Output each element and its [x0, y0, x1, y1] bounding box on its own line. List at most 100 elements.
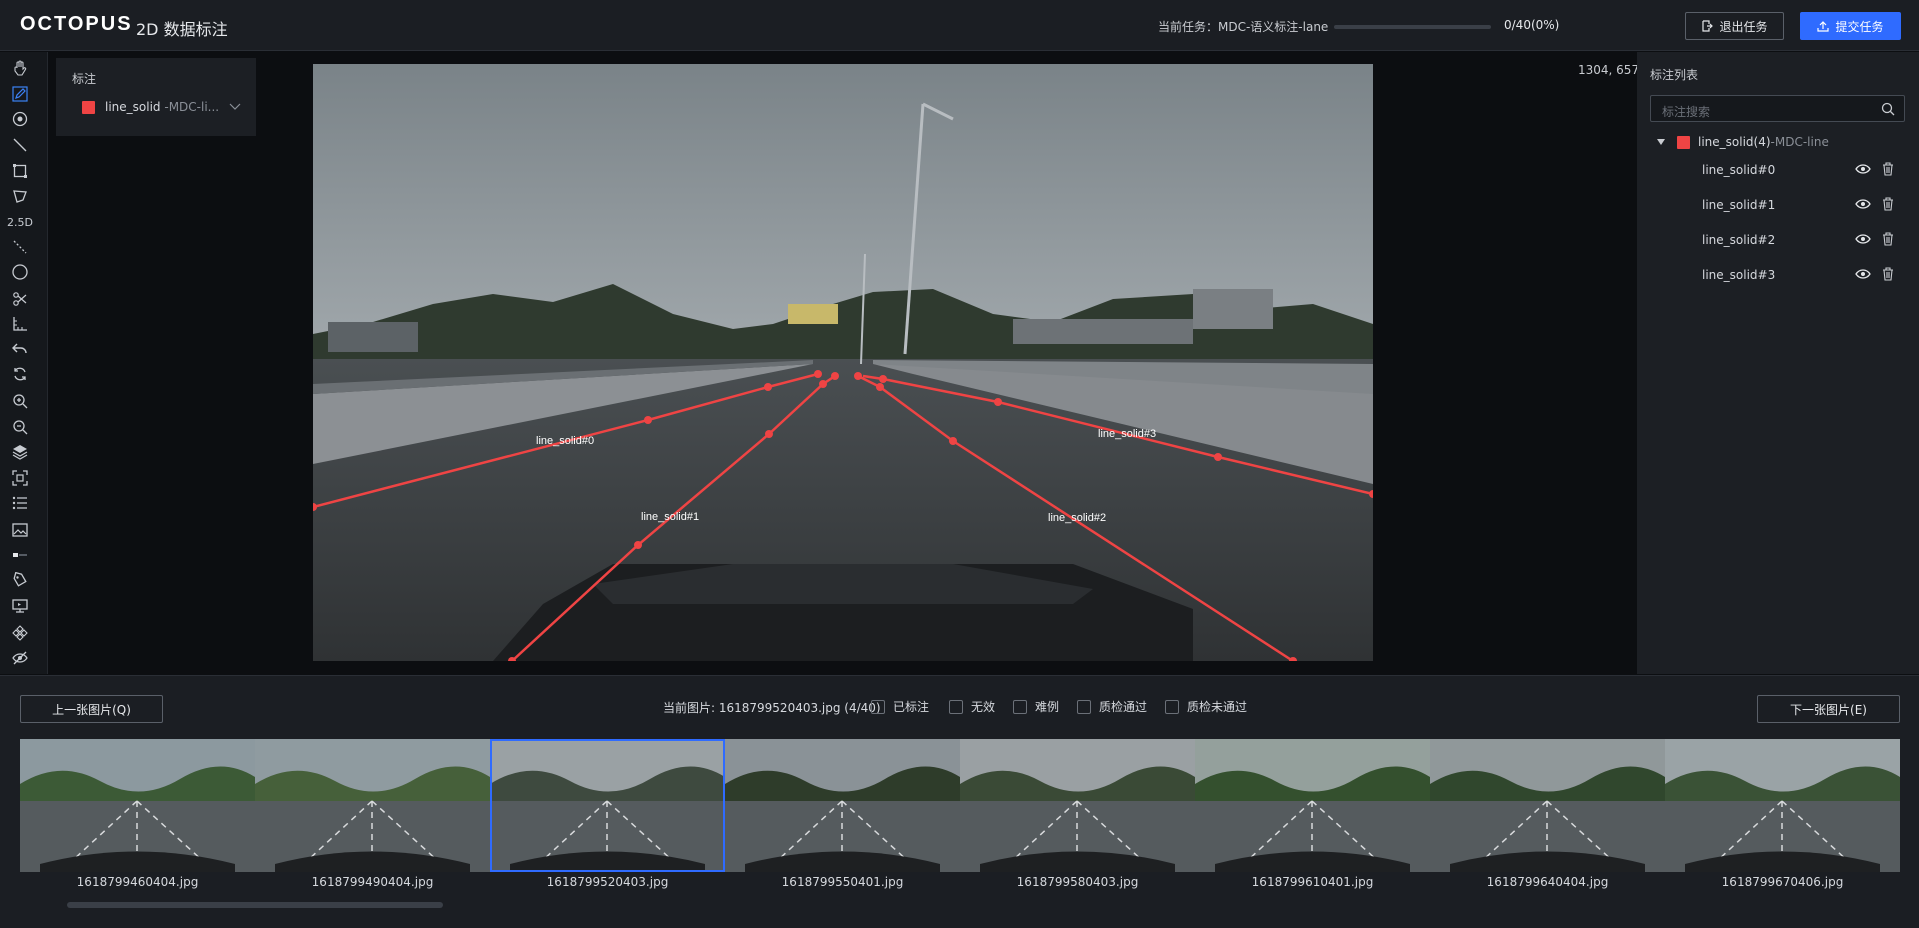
hide-icon[interactable]	[10, 648, 30, 668]
search-placeholder: 标注搜索	[1662, 105, 1711, 119]
annotation-list-panel: 标注列表 标注搜索 line_solid(4)-MDC-line line_so…	[1637, 52, 1919, 674]
annotation-class-select[interactable]: line_solid -MDC-li...	[82, 100, 241, 114]
rect-icon[interactable]	[10, 161, 30, 181]
toggle-icon[interactable]	[10, 545, 30, 565]
annotation-panel: 标注 line_solid -MDC-li...	[56, 58, 256, 136]
hand-icon[interactable]	[10, 58, 30, 78]
thumbnail-item[interactable]: 1618799490404.jpg	[255, 739, 490, 889]
annotation-list-item[interactable]: line_solid#1	[1637, 192, 1919, 220]
line-label-2: line_solid#2	[1048, 512, 1106, 524]
thumbnail-item[interactable]: 1618799550401.jpg	[725, 739, 960, 889]
group-color-swatch	[1677, 135, 1690, 149]
exit-task-label: 退出任务	[1719, 19, 1768, 34]
search-icon[interactable]	[1881, 102, 1895, 116]
annotation-search-input[interactable]: 标注搜索	[1650, 95, 1905, 122]
thumbnail-image[interactable]	[490, 739, 725, 872]
trash-icon[interactable]	[1882, 197, 1894, 211]
monitor-icon[interactable]	[10, 596, 30, 616]
eye-icon[interactable]	[1855, 197, 1871, 211]
annotation-class-label: line_solid	[105, 100, 161, 114]
previous-image-button[interactable]: 上一张图片(Q)	[20, 695, 163, 723]
thumbnail-filename: 1618799520403.jpg	[546, 875, 669, 889]
thumbnail-image[interactable]	[20, 739, 255, 872]
check-qa-pass[interactable]: 质检通过	[1077, 698, 1147, 715]
thumbnail-item[interactable]: 1618799580403.jpg	[960, 739, 1195, 889]
checkbox[interactable]	[871, 699, 885, 714]
point-icon[interactable]	[10, 109, 30, 129]
exit-task-button[interactable]: 退出任务	[1685, 12, 1784, 40]
app-subtitle: 2D 数据标注	[136, 20, 228, 39]
zoom-out-icon[interactable]	[10, 417, 30, 437]
thumbnail-item[interactable]: 1618799610401.jpg	[1195, 739, 1430, 889]
checkbox[interactable]	[1165, 699, 1179, 714]
submit-task-label: 提交任务	[1835, 19, 1884, 34]
annotation-list-item[interactable]: line_solid#3	[1637, 262, 1919, 290]
layers-icon[interactable]	[10, 442, 30, 462]
check-label: 难例	[1035, 700, 1060, 714]
thumbnail-scrollbar[interactable]	[67, 902, 443, 908]
trash-icon[interactable]	[1882, 232, 1894, 246]
circle-icon[interactable]	[10, 262, 30, 282]
thumbnail-item[interactable]: 1618799520403.jpg	[490, 739, 725, 889]
task-progress-bar	[1334, 25, 1491, 29]
eye-icon[interactable]	[1855, 232, 1871, 246]
annotation-group[interactable]: line_solid(4)-MDC-line	[1657, 135, 1829, 149]
bottom-bar: 上一张图片(Q) 当前图片: 1618799520403.jpg (4/40) …	[0, 675, 1919, 928]
line-label-0: line_solid#0	[536, 435, 594, 447]
eye-icon[interactable]	[1855, 162, 1871, 176]
line-icon[interactable]	[10, 135, 30, 155]
zoom-in-icon[interactable]	[10, 391, 30, 411]
annotation-list-item[interactable]: line_solid#0	[1637, 157, 1919, 185]
thumbnail-image[interactable]	[255, 739, 490, 872]
thumbnail-image[interactable]	[1430, 739, 1665, 872]
caret-down-icon[interactable]	[1657, 139, 1665, 145]
annotation-item-label: line_solid#0	[1702, 163, 1776, 177]
pencil-icon[interactable]	[10, 84, 30, 104]
thumbnail-image[interactable]	[960, 739, 1195, 872]
annotation-list-item[interactable]: line_solid#2	[1637, 227, 1919, 255]
grid-icon[interactable]	[10, 623, 30, 643]
exit-icon	[1702, 20, 1714, 32]
thumbnail-item[interactable]: 1618799460404.jpg	[20, 739, 255, 889]
image-icon[interactable]	[10, 520, 30, 540]
trash-icon[interactable]	[1882, 267, 1894, 281]
annotation-canvas[interactable]: line_solid#0 line_solid#1 line_solid#2 l…	[313, 64, 1373, 661]
check-labeled[interactable]: 已标注	[871, 698, 929, 715]
check-invalid[interactable]: 无效	[949, 698, 995, 715]
road-image: line_solid#0 line_solid#1 line_solid#2 l…	[313, 64, 1373, 661]
thumbnail-item[interactable]: 1618799640404.jpg	[1430, 739, 1665, 889]
dashed-line-icon[interactable]	[10, 237, 30, 257]
next-image-button[interactable]: 下一张图片(E)	[1757, 695, 1900, 723]
group-label: line_solid(4)	[1698, 135, 1771, 149]
scissors-icon[interactable]	[10, 289, 30, 309]
eye-icon[interactable]	[1855, 267, 1871, 281]
thumbnail-image[interactable]	[1195, 739, 1430, 872]
thumbnail-item[interactable]: 1618799670406.jpg	[1665, 739, 1900, 889]
checkbox[interactable]	[1077, 699, 1091, 714]
thumbnail-filename: 1618799490404.jpg	[311, 875, 434, 889]
check-qa-fail[interactable]: 质检未通过	[1165, 698, 1247, 715]
thumbnail-filename: 1618799550401.jpg	[781, 875, 904, 889]
thumbnail-filename: 1618799580403.jpg	[1016, 875, 1139, 889]
upload-icon	[1817, 21, 1830, 32]
rotate-icon[interactable]	[10, 364, 30, 384]
submit-task-button[interactable]: 提交任务	[1800, 12, 1901, 40]
thumbnail-image[interactable]	[1665, 739, 1900, 872]
check-label: 无效	[971, 700, 996, 714]
undo-icon[interactable]	[10, 339, 30, 359]
checkbox[interactable]	[949, 699, 963, 714]
trash-icon[interactable]	[1882, 162, 1894, 176]
thumbnail-image[interactable]	[725, 739, 960, 872]
tag-icon[interactable]	[10, 570, 30, 590]
thumbnail-filename: 1618799640404.jpg	[1486, 875, 1609, 889]
ruler-icon[interactable]	[10, 314, 30, 334]
checkbox[interactable]	[1013, 699, 1027, 714]
progress-text: 0/40(0%)	[1504, 18, 1560, 32]
2-5d-tool[interactable]: 2.5D	[7, 212, 33, 232]
chevron-down-icon	[229, 103, 241, 110]
list-icon[interactable]	[10, 493, 30, 513]
check-hard-case[interactable]: 难例	[1013, 698, 1059, 715]
fit-icon[interactable]	[10, 468, 30, 488]
polygon-icon[interactable]	[10, 186, 30, 206]
annotation-class-sub: -MDC-li...	[160, 100, 220, 114]
